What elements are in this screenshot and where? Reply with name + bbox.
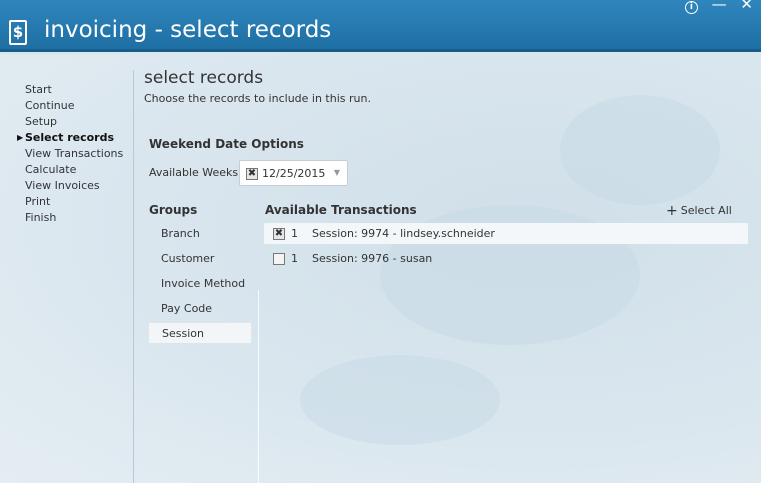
active-arrow-icon: ▶ bbox=[17, 133, 24, 142]
group-item-branch[interactable]: Branch bbox=[148, 223, 252, 245]
nav-item-finish[interactable]: Finish bbox=[25, 210, 135, 226]
transaction-description: Session: 9976 - susan bbox=[312, 252, 433, 265]
transaction-row[interactable]: ✖ 1 Session: 9974 - lindsey.schneider bbox=[264, 223, 748, 244]
transaction-count: 1 bbox=[291, 227, 298, 240]
select-all-label: Select All bbox=[680, 204, 732, 217]
nav-item-view-invoices[interactable]: View Invoices bbox=[25, 178, 135, 194]
selected-week-value: 12/25/2015 bbox=[262, 167, 326, 180]
wizard-nav: Start Continue Setup ▶ Select records Vi… bbox=[17, 82, 135, 226]
nav-item-view-transactions[interactable]: View Transactions bbox=[25, 146, 135, 162]
transaction-description: Session: 9974 - lindsey.schneider bbox=[312, 227, 495, 240]
background-splash bbox=[560, 95, 720, 205]
available-weeks-label: Available Weeks bbox=[149, 166, 239, 179]
background-splash bbox=[300, 355, 500, 445]
transaction-count: 1 bbox=[291, 252, 298, 265]
dropdown-arrow-icon[interactable]: ▼ bbox=[334, 168, 340, 177]
nav-item-setup[interactable]: Setup bbox=[25, 114, 135, 130]
window-controls: i — ✕ bbox=[676, 0, 753, 14]
nav-item-continue[interactable]: Continue bbox=[25, 98, 135, 114]
window-title: invoicing - select records bbox=[44, 17, 332, 43]
group-item-pay-code[interactable]: Pay Code bbox=[148, 298, 252, 320]
transaction-checkbox[interactable] bbox=[273, 253, 285, 265]
info-icon[interactable]: i bbox=[684, 1, 698, 14]
invoice-app-icon: $ bbox=[9, 20, 27, 45]
close-icon[interactable]: ✕ bbox=[740, 0, 753, 13]
group-item-customer[interactable]: Customer bbox=[148, 248, 252, 270]
groups-divider bbox=[258, 290, 259, 483]
page-subtitle: Choose the records to include in this ru… bbox=[144, 92, 371, 105]
title-bar: $ invoicing - select records i — ✕ bbox=[0, 0, 761, 52]
transactions-heading: Available Transactions bbox=[265, 203, 417, 217]
weekend-options-heading: Weekend Date Options bbox=[149, 137, 304, 151]
minimize-icon[interactable]: — bbox=[712, 0, 727, 13]
select-all-button[interactable]: + Select All bbox=[666, 203, 732, 219]
available-weeks-dropdown[interactable]: ✖ 12/25/2015 ▼ bbox=[239, 160, 348, 186]
week-checkbox[interactable]: ✖ bbox=[246, 168, 258, 180]
group-item-session[interactable]: Session bbox=[148, 322, 252, 344]
groups-heading: Groups bbox=[149, 203, 198, 217]
nav-item-label: Select records bbox=[25, 131, 115, 144]
transaction-checkbox[interactable]: ✖ bbox=[273, 228, 285, 240]
page-title: select records bbox=[144, 68, 264, 88]
nav-item-print[interactable]: Print bbox=[25, 194, 135, 210]
group-item-invoice-method[interactable]: Invoice Method bbox=[148, 273, 252, 295]
nav-divider bbox=[133, 70, 134, 483]
nav-item-select-records[interactable]: ▶ Select records bbox=[17, 130, 135, 146]
nav-item-start[interactable]: Start bbox=[25, 82, 135, 98]
nav-item-calculate[interactable]: Calculate bbox=[25, 162, 135, 178]
transaction-row[interactable]: 1 Session: 9976 - susan bbox=[264, 248, 748, 269]
plus-icon: + bbox=[666, 203, 678, 219]
